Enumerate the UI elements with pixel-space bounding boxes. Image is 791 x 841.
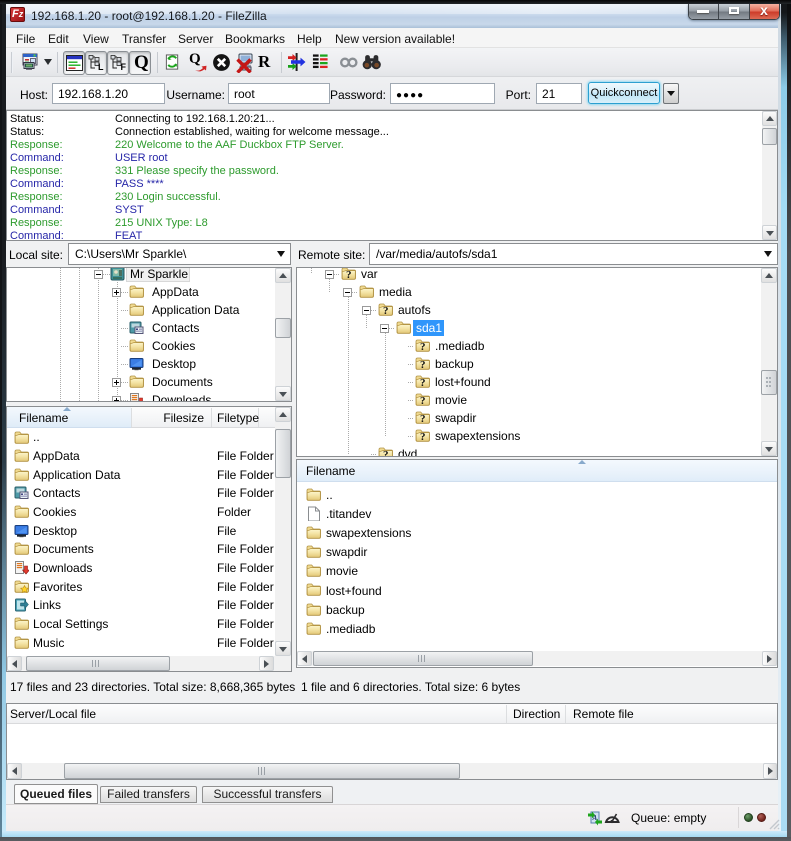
svg-text:F: F [121,62,127,71]
svg-text:L: L [98,62,104,71]
